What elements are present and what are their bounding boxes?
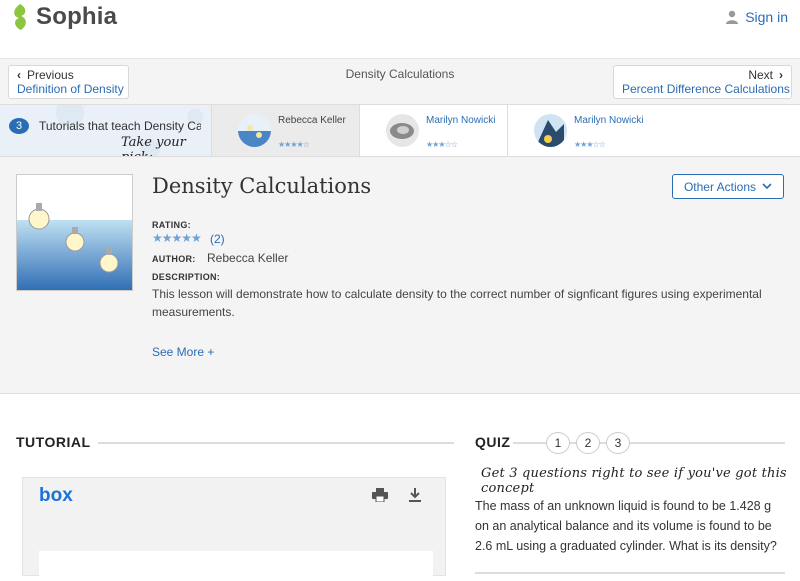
other-actions-label: Other Actions bbox=[683, 179, 757, 194]
divider bbox=[98, 442, 454, 444]
download-icon[interactable] bbox=[408, 488, 422, 506]
quiz-heading: QUIZ bbox=[475, 434, 511, 450]
lesson-description: This lesson will demonstrate how to calc… bbox=[152, 287, 762, 319]
signin-link[interactable]: Sign in bbox=[725, 9, 788, 25]
tutorials-label: Tutorials that teach Density Calculation… bbox=[39, 119, 201, 133]
tutorial-thumbnail bbox=[534, 114, 567, 147]
tutorial-author: Marilyn Nowicki bbox=[574, 115, 644, 126]
tutorial-author: Marilyn Nowicki bbox=[426, 115, 496, 126]
sophia-logo[interactable]: Sophia bbox=[10, 3, 117, 31]
quiz-step-2[interactable]: 2 bbox=[576, 432, 600, 454]
see-more-link[interactable]: See More + bbox=[152, 345, 214, 359]
tutorial-rating-stars: ★★★☆☆ bbox=[426, 140, 458, 149]
next-button[interactable]: Next › Percent Difference Calculations bbox=[613, 65, 792, 99]
quiz-question: The mass of an unknown liquid is found t… bbox=[475, 499, 777, 553]
next-label: Next bbox=[748, 68, 773, 82]
description-label: DESCRIPTION: bbox=[152, 272, 221, 282]
quiz-step-1[interactable]: 1 bbox=[546, 432, 570, 454]
divider bbox=[475, 572, 785, 574]
brand-name: Sophia bbox=[36, 3, 118, 30]
lesson-thumbnail bbox=[16, 174, 133, 291]
user-icon bbox=[726, 10, 739, 24]
next-link: Percent Difference Calculations bbox=[622, 82, 790, 96]
author-label: AUTHOR: bbox=[152, 254, 196, 264]
rating-stars: ★★★★★ bbox=[152, 231, 202, 245]
other-actions-button[interactable]: Other Actions bbox=[672, 174, 784, 199]
take-your-pick: Take your pick: bbox=[121, 135, 186, 156]
box-viewer: box bbox=[22, 477, 446, 581]
chevron-down-icon bbox=[762, 183, 772, 190]
tutorial-count-badge: 3 bbox=[9, 118, 29, 134]
lesson-title: Density Calculations bbox=[152, 174, 372, 198]
tutorial-option-1[interactable]: Rebecca Keller ★★★★☆ bbox=[211, 105, 359, 156]
tutorial-option-3[interactable]: Marilyn Nowicki ★★★☆☆ bbox=[507, 105, 800, 156]
quiz-subtitle: Get 3 questions right to see if you've g… bbox=[481, 466, 787, 496]
quiz-step-3[interactable]: 3 bbox=[606, 432, 630, 454]
print-icon[interactable] bbox=[372, 488, 388, 505]
tutorial-thumbnail bbox=[386, 114, 419, 147]
chevron-right-icon: › bbox=[779, 68, 783, 82]
lesson-nav: ‹ Previous Definition of Density Density … bbox=[0, 58, 800, 104]
site-header: Sophia Sign in bbox=[0, 0, 800, 36]
tutorials-intro: 3 Tutorials that teach Density Calculati… bbox=[0, 105, 211, 156]
sophia-leaf-icon bbox=[14, 4, 26, 30]
lesson-info: Density Calculations Other Actions RATIN… bbox=[0, 157, 800, 394]
author-name: Rebecca Keller bbox=[207, 251, 289, 265]
previous-link: Definition of Density bbox=[17, 82, 124, 96]
tutorial-heading: TUTORIAL bbox=[16, 434, 91, 450]
tutorial-option-2[interactable]: Marilyn Nowicki ★★★☆☆ bbox=[359, 105, 507, 156]
rating-count[interactable]: (2) bbox=[210, 232, 225, 246]
tutorials-bar: 3 Tutorials that teach Density Calculati… bbox=[0, 104, 800, 157]
tutorial-author: Rebecca Keller bbox=[278, 115, 346, 126]
box-logo: box bbox=[39, 485, 73, 506]
tutorial-rating-stars: ★★★☆☆ bbox=[574, 140, 606, 149]
tutorial-thumbnail bbox=[238, 114, 271, 147]
rating-label: RATING: bbox=[152, 220, 191, 230]
document-preview[interactable] bbox=[39, 551, 433, 581]
tutorial-rating-stars: ★★★★☆ bbox=[278, 140, 310, 149]
signin-label: Sign in bbox=[745, 9, 788, 25]
